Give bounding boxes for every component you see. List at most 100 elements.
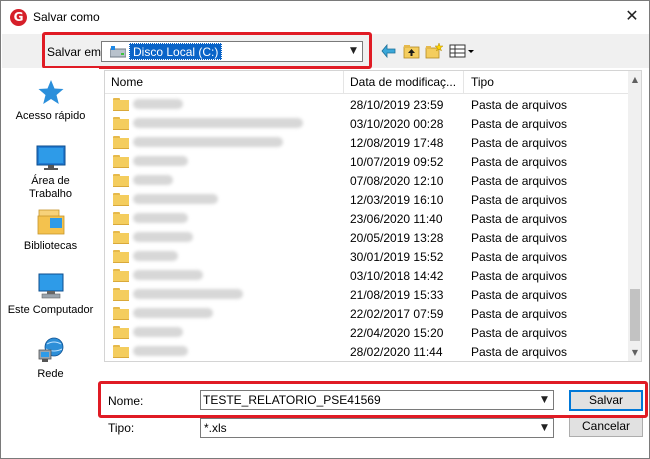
file-type: Pasta de arquivos [471, 345, 568, 359]
list-item[interactable]: 07/08/2020 12:10 Pasta de arquivos [105, 171, 628, 190]
star-icon [38, 80, 63, 104]
chevron-down-icon[interactable]: ▼ [345, 42, 362, 61]
column-header-date[interactable]: Data de modificaç... [350, 75, 456, 89]
list-item[interactable]: 03/10/2018 14:42 Pasta de arquivos [105, 266, 628, 285]
file-date: 22/04/2020 15:20 [350, 326, 444, 340]
view-menu-icon[interactable] [449, 43, 475, 59]
list-item[interactable]: 30/01/2019 15:52 Pasta de arquivos [105, 247, 628, 266]
folder-icon [113, 212, 129, 225]
file-name-redacted [133, 194, 218, 204]
file-date: 20/05/2019 13:28 [350, 231, 444, 245]
file-type: Pasta de arquivos [471, 98, 568, 112]
computer-icon [38, 273, 63, 299]
folder-icon [113, 136, 129, 149]
place-desktop[interactable]: Área de Trabalho [2, 145, 99, 201]
file-type-dropdown[interactable]: *.xls ▼ [200, 418, 554, 438]
file-type: Pasta de arquivos [471, 174, 568, 188]
cancel-button[interactable]: Cancelar [569, 416, 643, 437]
file-name-redacted [133, 99, 183, 109]
scroll-down-icon[interactable]: ▼ [628, 344, 641, 361]
list-item[interactable]: 28/10/2019 23:59 Pasta de arquivos [105, 95, 628, 114]
list-item[interactable]: 20/05/2019 13:28 Pasta de arquivos [105, 228, 628, 247]
file-type-value: *.xls [204, 421, 227, 435]
folder-icon [113, 117, 129, 130]
vertical-scrollbar[interactable]: ▲ ▼ [628, 71, 641, 361]
file-type: Pasta de arquivos [471, 250, 568, 264]
file-type-label: Tipo: [108, 421, 135, 435]
new-folder-icon[interactable] [425, 43, 443, 59]
file-type: Pasta de arquivos [471, 231, 568, 245]
scroll-up-icon[interactable]: ▲ [628, 71, 641, 88]
window-title: Salvar como [33, 10, 100, 24]
file-name-redacted [133, 327, 183, 337]
place-label: Rede [37, 368, 64, 380]
save-button[interactable]: Salvar [569, 390, 643, 411]
column-divider[interactable] [463, 71, 464, 94]
column-divider[interactable] [343, 71, 344, 94]
places-bar: Acesso rápido Área de Trabalho Bibliotec… [2, 68, 99, 388]
file-name-combo[interactable]: ▼ [200, 390, 554, 410]
close-button[interactable]: ✕ [617, 3, 647, 29]
place-label: Acesso rápido [15, 110, 86, 122]
file-name-redacted [133, 156, 188, 166]
file-date: 10/07/2019 09:52 [350, 155, 444, 169]
folder-icon [113, 231, 129, 244]
libraries-icon [37, 209, 64, 235]
file-type: Pasta de arquivos [471, 117, 568, 131]
file-type: Pasta de arquivos [471, 136, 568, 150]
place-label: Área de Trabalho [28, 175, 72, 200]
desktop-icon [36, 145, 65, 170]
file-name-redacted [133, 346, 188, 356]
file-name-redacted [133, 232, 193, 242]
file-date: 03/10/2020 00:28 [350, 117, 444, 131]
folder-icon [113, 155, 129, 168]
list-header: ^ Nome Data de modificaç... Tipo [105, 71, 628, 94]
scroll-thumb[interactable] [630, 289, 640, 341]
up-folder-icon[interactable] [403, 43, 420, 59]
file-type: Pasta de arquivos [471, 155, 568, 169]
list-item[interactable]: 28/02/2020 11:44 Pasta de arquivos [105, 342, 628, 361]
list-item[interactable]: 22/04/2020 15:20 Pasta de arquivos [105, 323, 628, 342]
file-date: 28/02/2020 11:44 [350, 345, 443, 359]
file-date: 23/06/2020 11:40 [350, 212, 443, 226]
app-logo-icon: G [10, 9, 27, 26]
list-item[interactable]: 21/08/2019 15:33 Pasta de arquivos [105, 285, 628, 304]
file-name-redacted [133, 289, 243, 299]
file-name-redacted [133, 118, 303, 128]
location-value: Disco Local (C:) [129, 43, 223, 60]
file-name-redacted [133, 175, 173, 185]
chevron-down-icon[interactable]: ▼ [536, 391, 553, 409]
file-name-redacted [133, 213, 188, 223]
column-header-name[interactable]: Nome [111, 75, 143, 89]
save-as-dialog: G Salvar como ✕ Salvar em: Disco Local (… [0, 0, 650, 459]
file-date: 30/01/2019 15:52 [350, 250, 444, 264]
list-item[interactable]: 12/08/2019 17:48 Pasta de arquivos [105, 133, 628, 152]
file-name-redacted [133, 251, 178, 261]
list-item[interactable]: 10/07/2019 09:52 Pasta de arquivos [105, 152, 628, 171]
file-date: 22/02/2017 07:59 [350, 307, 444, 321]
list-item[interactable]: 12/03/2019 16:10 Pasta de arquivos [105, 190, 628, 209]
file-name-redacted [133, 308, 213, 318]
list-item[interactable]: 23/06/2020 11:40 Pasta de arquivos [105, 209, 628, 228]
location-dropdown[interactable]: Disco Local (C:) ▼ [101, 41, 363, 62]
file-type: Pasta de arquivos [471, 307, 568, 321]
chevron-down-icon[interactable]: ▼ [536, 419, 553, 437]
place-libraries[interactable]: Bibliotecas [2, 208, 99, 252]
file-type: Pasta de arquivos [471, 269, 568, 283]
column-header-type[interactable]: Tipo [471, 75, 494, 89]
folder-icon [113, 326, 129, 339]
back-arrow-icon[interactable] [381, 43, 397, 59]
folder-icon [113, 193, 129, 206]
file-date: 07/08/2020 12:10 [350, 174, 444, 188]
file-list[interactable]: ^ Nome Data de modificaç... Tipo 28/10/2… [104, 70, 642, 362]
file-name-label: Nome: [108, 394, 144, 408]
place-network[interactable]: Rede [2, 336, 99, 380]
file-date: 21/08/2019 15:33 [350, 288, 444, 302]
list-item[interactable]: 03/10/2020 00:28 Pasta de arquivos [105, 114, 628, 133]
file-name-input[interactable] [203, 392, 533, 408]
file-name-redacted [133, 270, 203, 280]
place-this-pc[interactable]: Este Computador [2, 272, 99, 316]
place-quick-access[interactable]: Acesso rápido [2, 78, 99, 122]
file-date: 12/08/2019 17:48 [350, 136, 444, 150]
list-item[interactable]: 22/02/2017 07:59 Pasta de arquivos [105, 304, 628, 323]
